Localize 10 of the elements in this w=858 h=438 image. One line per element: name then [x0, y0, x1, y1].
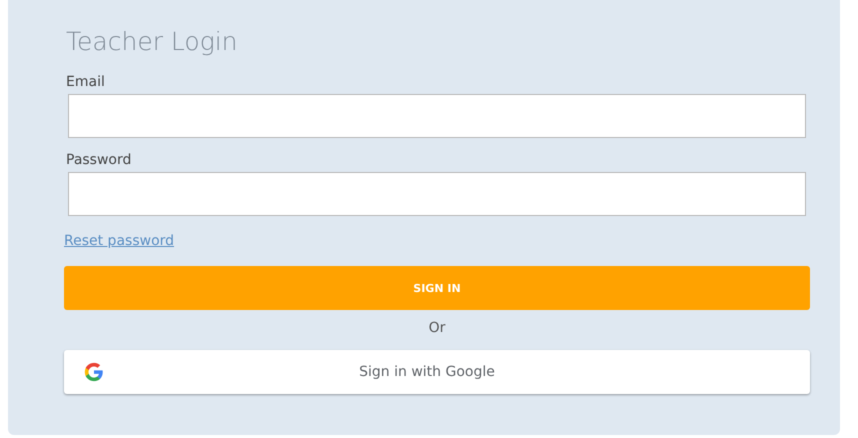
input-field[interactable] [68, 94, 806, 138]
reset-password-link[interactable]: Reset password [64, 232, 174, 250]
input-field[interactable] [68, 172, 806, 216]
separator-text: Or [428, 319, 446, 338]
sign-in-button[interactable]: SIGN IN [64, 266, 810, 310]
login-title: Teacher Login [66, 26, 238, 58]
google-icon [84, 362, 104, 382]
google-sign-in-button[interactable]: Sign in with Google [64, 350, 810, 394]
field-label: Password [66, 152, 132, 168]
field-label: Email [66, 74, 106, 90]
